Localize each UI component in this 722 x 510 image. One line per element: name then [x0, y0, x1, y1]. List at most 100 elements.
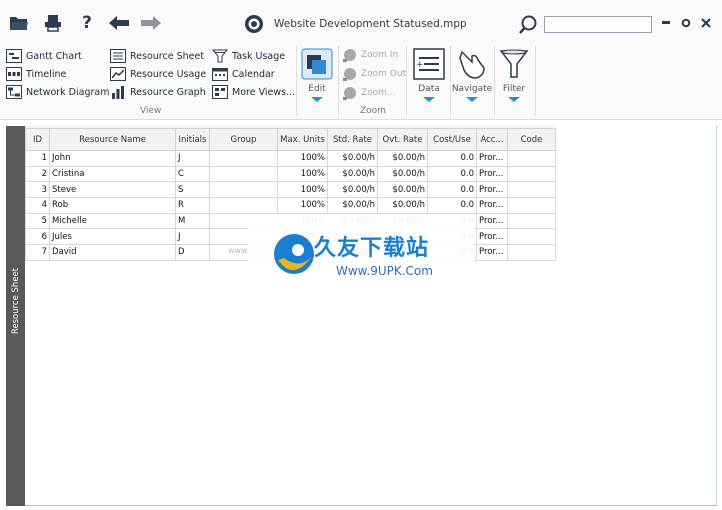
- column-header-resource-name[interactable]: Resource Name: [49, 128, 176, 151]
- cell-id[interactable]: 6: [25, 228, 50, 246]
- minimize-button[interactable]: [658, 14, 674, 32]
- column-header-max-units[interactable]: Max. Units: [277, 128, 328, 151]
- cell-accrue[interactable]: Pror...: [476, 228, 508, 246]
- cell-accrue[interactable]: Pror...: [476, 212, 508, 230]
- cell-cost-use[interactable]: 0.0: [427, 150, 477, 167]
- cell-resource-name[interactable]: Steve: [49, 181, 176, 199]
- view-task-usage[interactable]: Task Usage: [212, 48, 285, 64]
- cell-resource-name[interactable]: Jules: [49, 228, 176, 246]
- view-gantt-chart[interactable]: Gantt Chart: [6, 48, 82, 64]
- cell-id[interactable]: 7: [25, 244, 50, 261]
- cell-ovt-rate[interactable]: $0.00/h: [377, 181, 428, 199]
- cell-std-rate[interactable]: $0.00/h: [327, 181, 378, 199]
- view-resource-usage[interactable]: Resource Usage: [110, 66, 206, 82]
- cell-code[interactable]: [507, 244, 556, 261]
- side-view-bar[interactable]: Resource Sheet: [6, 126, 25, 506]
- search-icon[interactable]: [518, 14, 538, 34]
- cell-resource-name[interactable]: Michelle: [49, 212, 176, 230]
- view-resource-sheet[interactable]: Resource Sheet: [110, 48, 204, 64]
- data-button[interactable]: + Data: [412, 48, 446, 102]
- cell-accrue[interactable]: Pror...: [476, 197, 508, 214]
- cell-code[interactable]: [507, 165, 556, 183]
- column-header-code[interactable]: Code: [507, 128, 556, 151]
- view-item-label: More Views...: [232, 86, 296, 98]
- data-dropdown-icon: [423, 97, 435, 102]
- cell-initials[interactable]: J: [175, 150, 210, 167]
- cell-ovt-rate[interactable]: $0.00/h: [377, 150, 428, 167]
- table-row[interactable]: 3 Steve S 100% $0.00/h $0.00/h 0.0 Pror...: [25, 181, 556, 199]
- cell-group[interactable]: [209, 150, 278, 167]
- view-resource-graph[interactable]: Resource Graph: [110, 84, 206, 100]
- filter-button[interactable]: Filter: [497, 48, 531, 102]
- cell-initials[interactable]: M: [175, 212, 210, 230]
- cell-accrue[interactable]: Pror...: [476, 165, 508, 183]
- cell-cost-use[interactable]: 0.0: [427, 181, 477, 199]
- cell-std-rate[interactable]: $0.00/h: [327, 150, 378, 167]
- back-arrow-icon[interactable]: [108, 12, 130, 34]
- cell-group[interactable]: [209, 181, 278, 199]
- maximize-button[interactable]: [678, 14, 694, 32]
- cell-initials[interactable]: R: [175, 197, 210, 214]
- open-folder-icon[interactable]: [8, 12, 30, 34]
- view-more-views[interactable]: More Views...: [212, 84, 295, 100]
- cell-ovt-rate[interactable]: $0.00/h: [377, 197, 428, 214]
- column-header-initials[interactable]: Initials: [175, 128, 210, 151]
- cell-max-units[interactable]: 100%: [277, 181, 328, 199]
- cell-resource-name[interactable]: David: [49, 244, 176, 261]
- cell-id[interactable]: 2: [25, 165, 50, 183]
- column-header-id[interactable]: ID: [25, 128, 50, 151]
- close-button[interactable]: [698, 14, 714, 32]
- search-input[interactable]: [544, 16, 652, 33]
- cell-resource-name[interactable]: Rob: [49, 197, 176, 214]
- cell-initials[interactable]: D: [175, 244, 210, 261]
- table-row[interactable]: 4 Rob R 100% $0.00/h $0.00/h 0.0 Pror...: [25, 197, 556, 214]
- print-icon[interactable]: [42, 12, 64, 34]
- cell-code[interactable]: [507, 212, 556, 230]
- table-row[interactable]: 1 John J 100% $0.00/h $0.00/h 0.0 Pror...: [25, 150, 556, 167]
- cell-max-units[interactable]: 100%: [277, 165, 328, 183]
- cell-id[interactable]: 5: [25, 212, 50, 230]
- view-timeline[interactable]: Timeline: [6, 66, 66, 82]
- cell-initials[interactable]: J: [175, 228, 210, 246]
- cell-code[interactable]: [507, 228, 556, 246]
- cell-code[interactable]: [507, 197, 556, 214]
- cell-ovt-rate[interactable]: $0.00/h: [377, 165, 428, 183]
- cell-cost-use[interactable]: 0.0: [427, 165, 477, 183]
- cell-cost-use[interactable]: 0.0: [427, 197, 477, 214]
- navigate-label: Navigate: [451, 84, 493, 94]
- forward-arrow-icon[interactable]: [140, 12, 162, 34]
- zoom-in-button[interactable]: Zoom In: [342, 46, 398, 64]
- cell-resource-name[interactable]: John: [49, 150, 176, 167]
- window-title: Website Development Statused.mpp: [274, 18, 467, 30]
- cell-accrue[interactable]: Pror...: [476, 150, 508, 167]
- cell-std-rate[interactable]: $0.00/h: [327, 165, 378, 183]
- cell-id[interactable]: 4: [25, 197, 50, 214]
- cell-accrue[interactable]: Pror...: [476, 244, 508, 261]
- cell-max-units[interactable]: 100%: [277, 197, 328, 214]
- cell-group[interactable]: [209, 197, 278, 214]
- table-row[interactable]: 2 Cristina C 100% $0.00/h $0.00/h 0.0 Pror...: [25, 165, 556, 183]
- zoom-dialog-button[interactable]: Zoom...: [342, 84, 396, 102]
- cell-id[interactable]: 3: [25, 181, 50, 199]
- cell-initials[interactable]: C: [175, 165, 210, 183]
- cell-code[interactable]: [507, 150, 556, 167]
- zoom-out-button[interactable]: Zoom Out: [342, 65, 406, 83]
- column-header-group[interactable]: Group: [209, 128, 278, 151]
- column-header-accrue[interactable]: Acc...: [476, 128, 508, 151]
- column-header-std-rate[interactable]: Std. Rate: [327, 128, 378, 151]
- cell-initials[interactable]: S: [175, 181, 210, 199]
- cell-group[interactable]: [209, 165, 278, 183]
- cell-resource-name[interactable]: Cristina: [49, 165, 176, 183]
- edit-button[interactable]: Edit: [300, 48, 334, 102]
- cell-std-rate[interactable]: $0.00/h: [327, 197, 378, 214]
- cell-code[interactable]: [507, 181, 556, 199]
- view-network-diagram[interactable]: Network Diagram: [6, 84, 109, 100]
- column-header-ovt-rate[interactable]: Ovt. Rate: [377, 128, 428, 151]
- view-calendar[interactable]: Calendar: [212, 66, 275, 82]
- column-header-cost-use[interactable]: Cost/Use: [427, 128, 477, 151]
- cell-max-units[interactable]: 100%: [277, 150, 328, 167]
- cell-id[interactable]: 1: [25, 150, 50, 167]
- help-icon[interactable]: ?: [76, 12, 98, 34]
- navigate-button[interactable]: Navigate: [452, 48, 492, 102]
- cell-accrue[interactable]: Pror...: [476, 181, 508, 199]
